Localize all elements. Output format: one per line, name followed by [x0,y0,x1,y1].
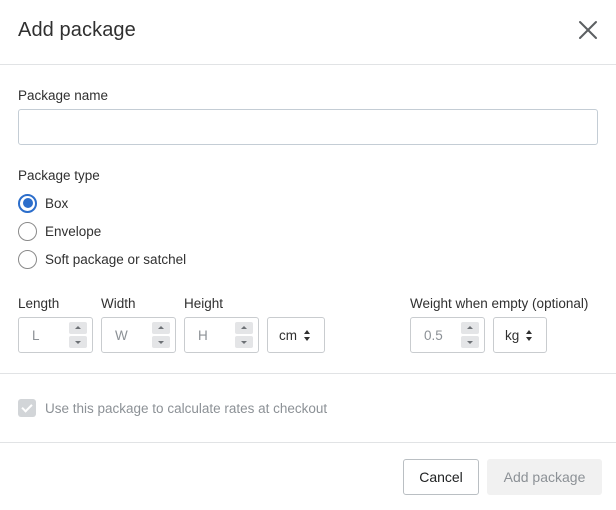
height-input[interactable]: H [184,317,259,353]
increment-arrow-icon[interactable] [69,322,87,334]
decrement-arrow-icon[interactable] [69,336,87,348]
weight-unit-value: kg [505,328,520,343]
height-placeholder: H [198,328,208,343]
close-button[interactable] [576,18,600,42]
decrement-arrow-icon[interactable] [152,336,170,348]
package-type-label: Package type [18,168,100,183]
checkout-rates-checkbox [18,399,36,417]
radio-option-envelope[interactable]: Envelope [18,220,101,242]
package-name-label: Package name [18,88,109,103]
weight-label: Weight when empty (optional) [410,296,589,311]
checkout-rates-label: Use this package to calculate rates at c… [45,400,328,416]
dialog-title: Add package [18,19,136,41]
height-label: Height [184,296,224,311]
radio-option-box[interactable]: Box [18,192,68,214]
radio-option-soft-package[interactable]: Soft package or satchel [18,248,186,270]
weight-unit-select[interactable]: kg [493,317,547,353]
length-input[interactable]: L [18,317,93,353]
footer-divider [0,442,616,443]
increment-arrow-icon[interactable] [152,322,170,334]
increment-arrow-icon[interactable] [461,322,479,334]
select-arrows-icon [304,330,311,342]
section-divider [0,373,616,374]
length-placeholder: L [32,328,40,343]
select-arrows-icon [526,330,533,342]
length-label: Length [18,296,60,311]
radio-label: Envelope [45,223,102,239]
decrement-arrow-icon[interactable] [235,336,253,348]
weight-placeholder: 0.5 [424,328,443,343]
radio-button[interactable] [18,249,37,269]
checkout-rates-option: Use this package to calculate rates at c… [18,398,327,418]
width-placeholder: W [115,328,128,343]
width-label: Width [101,296,136,311]
weight-input[interactable]: 0.5 [410,317,485,353]
add-package-button[interactable]: Add package [487,459,602,495]
dimension-unit-select[interactable]: cm [267,317,325,353]
cancel-button[interactable]: Cancel [403,459,479,495]
increment-arrow-icon[interactable] [235,322,253,334]
radio-button[interactable] [18,221,37,241]
width-input[interactable]: W [101,317,176,353]
close-x-icon [579,21,597,39]
radio-label: Box [45,195,69,211]
radio-button-checked[interactable] [18,193,37,213]
dimension-unit-value: cm [279,328,297,343]
package-name-input[interactable] [18,109,598,145]
decrement-arrow-icon[interactable] [461,336,479,348]
radio-label: Soft package or satchel [45,251,187,267]
dialog-header: Add package [0,0,616,65]
